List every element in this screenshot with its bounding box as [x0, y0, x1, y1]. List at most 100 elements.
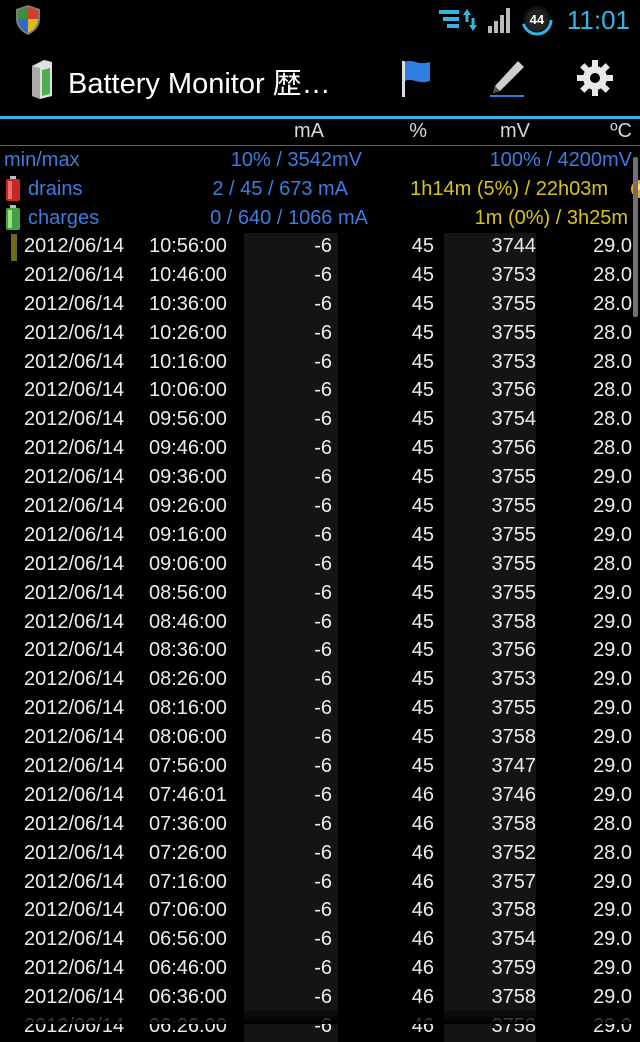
table-row[interactable]: 2012/06/14 10:46:00 -6 45 3753 28.0 [0, 261, 640, 291]
battery-charge-icon [6, 205, 20, 230]
summary-charges: charges 0 / 640 / 1066 mA 1m (0%) / 3h25… [0, 204, 640, 233]
battery-level-badge: 44 [529, 12, 545, 27]
cell-mv: 3755 [491, 466, 537, 489]
table-row[interactable]: 2012/06/14 07:46:01 -6 46 3746 29.0 [0, 781, 640, 811]
cell-temp: 28.0 [593, 379, 632, 402]
table-row[interactable]: 2012/06/14 06:46:00 -6 46 3759 29.0 [0, 955, 640, 985]
cell-ma: -6 [314, 321, 332, 344]
cell-temp: 28.0 [593, 552, 632, 575]
cell-ma: -6 [314, 986, 332, 1009]
cell-time: 10:06:00 [149, 379, 227, 402]
app-battery-icon[interactable] [28, 58, 56, 100]
cell-ma: -6 [314, 552, 332, 575]
table-row[interactable]: 2012/06/14 08:06:00 -6 45 3758 29.0 [0, 724, 640, 754]
table-row[interactable]: 2012/06/14 08:16:00 -6 45 3755 29.0 [0, 695, 640, 725]
cell-date: 2012/06/14 [24, 986, 125, 1009]
table-row[interactable]: 2012/06/14 09:46:00 -6 45 3756 28.0 [0, 435, 640, 465]
cell-temp: 29.0 [593, 523, 632, 546]
table-row[interactable]: 2012/06/14 10:36:00 -6 45 3755 28.0 [0, 290, 640, 320]
cell-ma: -6 [314, 957, 332, 980]
settings-button[interactable] [571, 54, 619, 102]
flag-button[interactable] [392, 54, 440, 102]
cell-mv: 3753 [491, 263, 537, 286]
table-row[interactable]: 2012/06/14 07:26:00 -6 46 3752 28.0 [0, 839, 640, 869]
cell-time: 09:56:00 [149, 408, 227, 431]
scrollbar[interactable] [633, 157, 638, 317]
cell-date: 2012/06/14 [24, 668, 125, 691]
table-row[interactable]: 2012/06/14 06:56:00 -6 46 3754 29.0 [0, 926, 640, 956]
cell-pct: 45 [411, 437, 434, 460]
cell-mv: 3744 [491, 235, 537, 257]
table-row[interactable]: 2012/06/14 08:36:00 -6 45 3756 29.0 [0, 637, 640, 667]
table-row[interactable]: 2012/06/14 09:56:00 -6 45 3754 28.0 [0, 406, 640, 436]
header-pct[interactable]: % [409, 120, 427, 143]
cell-date: 2012/06/14 [24, 379, 125, 402]
cell-ma: -6 [314, 928, 332, 951]
cell-mv: 3755 [491, 495, 537, 518]
cell-time: 09:36:00 [149, 466, 227, 489]
cell-pct: 45 [411, 350, 434, 373]
app-title: Battery Monitor 歴… [68, 68, 331, 100]
table-row[interactable]: 2012/06/14 07:56:00 -6 45 3747 29.0 [0, 753, 640, 782]
cell-time: 07:26:00 [149, 841, 227, 864]
cell-ma: -6 [314, 668, 332, 691]
minmax-label: min/max [4, 149, 80, 171]
table-row[interactable]: 2012/06/14 09:06:00 -6 45 3755 28.0 [0, 550, 640, 580]
table-row[interactable]: 2012/06/14 10:26:00 -6 45 3755 28.0 [0, 319, 640, 349]
cell-time: 08:56:00 [149, 581, 227, 604]
cell-ma: -6 [314, 263, 332, 286]
table-row[interactable]: 2012/06/14 09:36:00 -6 45 3755 29.0 [0, 464, 640, 494]
table-row[interactable]: 2012/06/14 09:16:00 -6 45 3755 29.0 [0, 521, 640, 551]
gear-icon [577, 60, 613, 96]
cell-time: 08:06:00 [149, 726, 227, 749]
table-row[interactable]: 2012/06/14 06:36:00 -6 46 3758 29.0 [0, 984, 640, 1014]
cell-date: 2012/06/14 [24, 495, 125, 518]
cell-pct: 45 [411, 321, 434, 344]
header-mv[interactable]: mV [500, 120, 530, 143]
table-row[interactable]: 2012/06/14 10:56:00 -6 45 3744 29.0 [0, 233, 640, 262]
history-table[interactable]: 2012/06/14 10:56:00 -6 45 3744 29.0 2012/06/14… [0, 233, 640, 1042]
signal-strength-icon [487, 8, 510, 33]
table-row[interactable]: 2012/06/14 07:16:00 -6 46 3757 29.0 [0, 868, 640, 898]
current-row-marker [11, 234, 17, 261]
cell-ma: -6 [314, 755, 332, 778]
cell-date: 2012/06/14 [24, 928, 125, 951]
cell-pct: 46 [411, 899, 434, 922]
table-row[interactable]: 2012/06/14 07:36:00 -6 46 3758 28.0 [0, 810, 640, 840]
edit-button[interactable] [483, 54, 531, 102]
cell-date: 2012/06/14 [24, 957, 125, 980]
cell-ma: -6 [314, 841, 332, 864]
cell-date: 2012/06/14 [24, 552, 125, 575]
header-temp[interactable]: ºC [610, 120, 632, 143]
table-row[interactable]: 2012/06/14 08:46:00 -6 45 3758 29.0 [0, 608, 640, 638]
cell-pct: 46 [411, 812, 434, 835]
table-row[interactable]: 2012/06/14 09:26:00 -6 45 3755 29.0 [0, 493, 640, 522]
cell-mv: 3755 [491, 552, 537, 575]
cell-temp: 29.0 [593, 755, 632, 778]
table-row[interactable]: 2012/06/14 08:26:00 -6 45 3753 29.0 [0, 666, 640, 696]
table-row[interactable]: 2012/06/14 10:16:00 -6 45 3753 28.0 [0, 348, 640, 378]
header-ma[interactable]: mA [294, 120, 324, 143]
cell-temp: 29.0 [593, 726, 632, 749]
table-row[interactable]: 2012/06/14 07:06:00 -6 46 3758 29.0 [0, 897, 640, 927]
cell-mv: 3756 [491, 639, 537, 662]
cell-date: 2012/06/14 [24, 783, 125, 806]
cell-temp: 28.0 [593, 350, 632, 373]
cell-pct: 46 [411, 783, 434, 806]
cell-date: 2012/06/14 [24, 726, 125, 749]
data-transfer-icon [438, 9, 477, 31]
cell-mv: 3758 [491, 986, 537, 1009]
cell-time: 10:46:00 [149, 263, 227, 286]
cell-temp: 28.0 [593, 408, 632, 431]
cell-time: 08:16:00 [149, 697, 227, 720]
cell-time: 08:26:00 [149, 668, 227, 691]
cell-temp: 29.0 [593, 235, 632, 257]
table-row[interactable]: 2012/06/14 10:06:00 -6 45 3756 28.0 [0, 377, 640, 407]
cell-date: 2012/06/14 [24, 523, 125, 546]
cell-mv: 3756 [491, 437, 537, 460]
cell-pct: 46 [411, 870, 434, 893]
cell-ma: -6 [314, 379, 332, 402]
cell-time: 06:46:00 [149, 957, 227, 980]
cell-pct: 45 [411, 610, 434, 633]
table-row[interactable]: 2012/06/14 08:56:00 -6 45 3755 29.0 [0, 579, 640, 609]
